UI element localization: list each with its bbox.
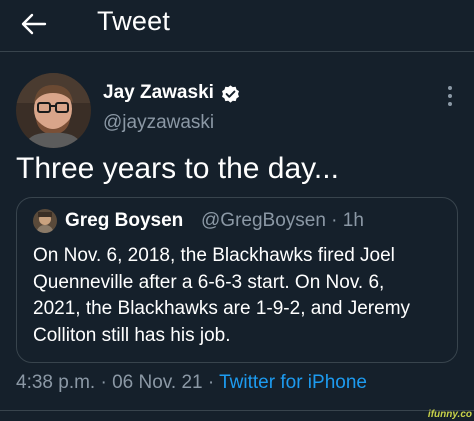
top-bar: Tweet (0, 0, 474, 52)
quoted-tweet-text: On Nov. 6, 2018, the Blackhawks fired Jo… (33, 243, 449, 349)
tweet-metadata: 4:38 p.m. · 06 Nov. 21 · Twitter for iPh… (16, 372, 367, 394)
quoted-text-line: 2021, the Blackhawks are 1-9-2, and Jere… (33, 298, 411, 319)
tweet-detail-screen: Tweet Jay Zawaski @jayzawaski Three year… (0, 0, 474, 421)
divider (0, 410, 474, 411)
more-options-button[interactable] (440, 82, 460, 110)
avatar-image (16, 73, 91, 148)
quoted-author-avatar (33, 209, 57, 233)
more-vertical-icon (448, 86, 452, 90)
quoted-text-line: Quenneville after a 6-6-3 start. On Nov.… (33, 271, 385, 293)
quoted-author-name: Greg Boysen (65, 210, 184, 231)
author-avatar[interactable] (16, 73, 91, 148)
author-handle[interactable]: @jayzawaski (103, 112, 214, 134)
tweet-text: Three years to the day... (16, 152, 339, 185)
quoted-text-line: On Nov. 6, 2018, the Blackhawks fired Jo… (33, 245, 395, 266)
back-button[interactable] (12, 6, 56, 42)
quoted-text-line: Colliton still has his job. (33, 324, 231, 346)
watermark: ifunny.co (427, 409, 472, 420)
quoted-author-handle: @GregBoysen · 1h (201, 210, 364, 231)
arrow-left-icon (21, 13, 47, 35)
avatar-image (33, 209, 57, 233)
author-name[interactable]: Jay Zawaski (103, 82, 214, 104)
page-title: Tweet (97, 6, 171, 36)
tweet-source-link[interactable]: Twitter for iPhone (219, 372, 367, 393)
verified-badge-icon (222, 85, 239, 103)
quoted-tweet[interactable]: Greg Boysen @GregBoysen · 1h On Nov. 6, … (16, 197, 458, 363)
tweet-timestamp: 4:38 p.m. · 06 Nov. 21 · (16, 372, 220, 393)
